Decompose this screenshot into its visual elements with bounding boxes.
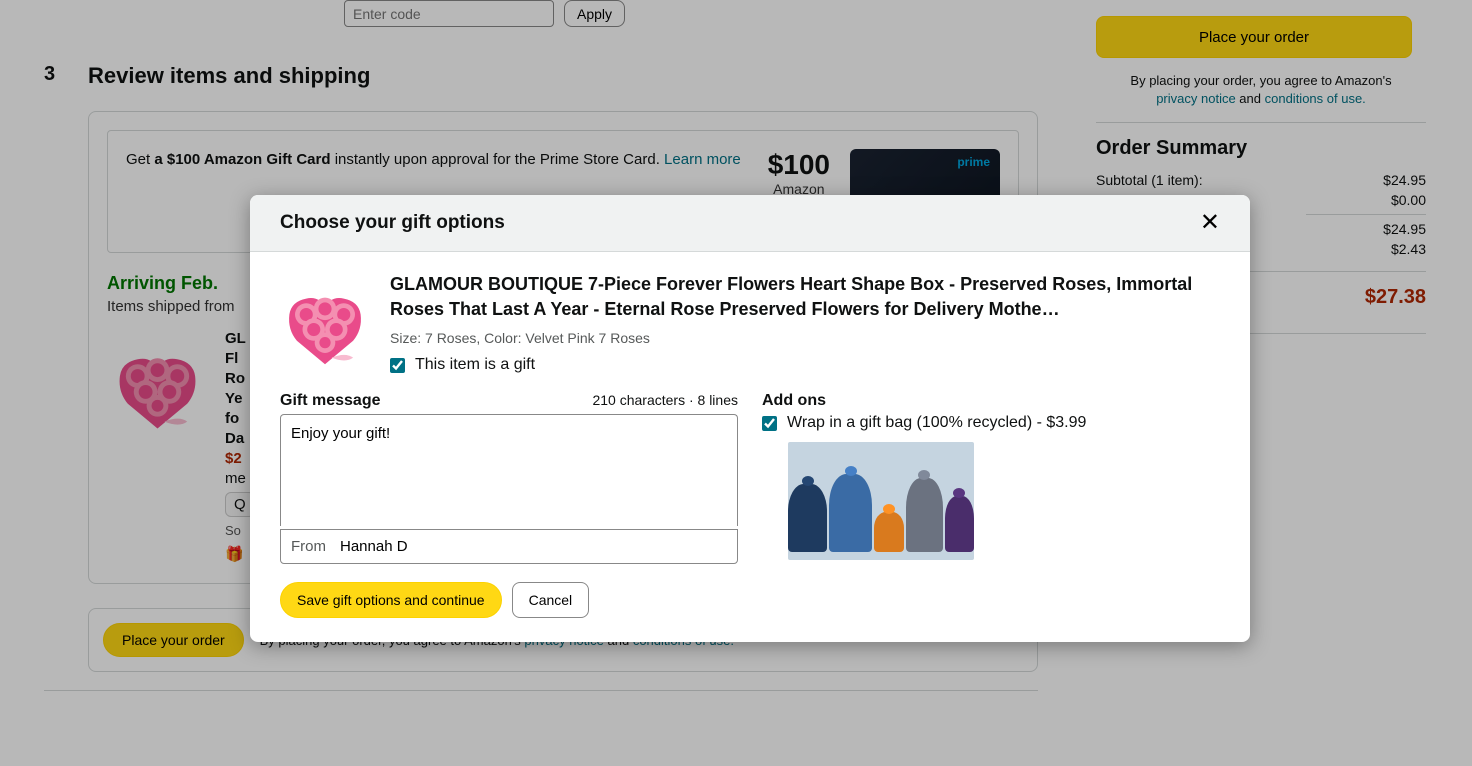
char-counter: 210 characters · 8 lines (592, 392, 738, 408)
addons-label: Add ons (762, 392, 1220, 410)
gift-message-input[interactable] (280, 414, 738, 526)
product-thumbnail (280, 272, 370, 372)
this-is-gift-checkbox[interactable] (390, 358, 405, 373)
wrap-gift-bag-label: Wrap in a gift bag (100% recycled) - $3.… (787, 414, 1086, 432)
wrap-gift-bag-checkbox[interactable] (762, 416, 777, 431)
from-input[interactable] (340, 538, 727, 555)
close-icon[interactable]: ✕ (1200, 211, 1220, 235)
save-gift-options-button[interactable]: Save gift options and continue (280, 582, 502, 618)
cancel-button[interactable]: Cancel (512, 582, 590, 618)
gift-bag-image (788, 442, 974, 560)
this-is-gift-label: This item is a gift (415, 356, 535, 374)
gift-options-modal: Choose your gift options ✕ GLAMOUR BOUTI… (250, 195, 1250, 642)
from-label: From (291, 538, 326, 555)
gift-message-label: Gift message (280, 392, 380, 410)
product-variant: Size: 7 Roses, Color: Velvet Pink 7 Rose… (390, 330, 1220, 346)
product-title: GLAMOUR BOUTIQUE 7-Piece Forever Flowers… (390, 272, 1220, 322)
modal-title: Choose your gift options (280, 212, 505, 234)
